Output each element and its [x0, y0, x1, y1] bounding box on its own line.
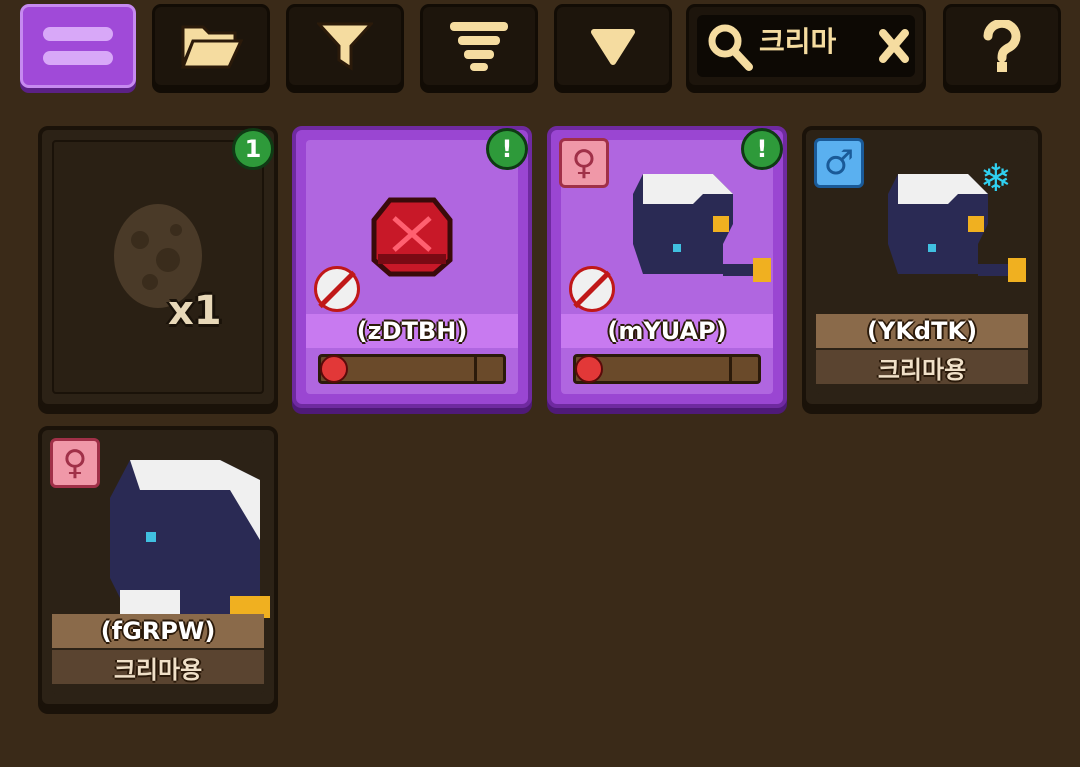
- search-box[interactable]: 크리마: [686, 4, 926, 88]
- question-mark-icon: [982, 20, 1022, 72]
- zdtbh-card[interactable]: ! (zDTBH): [292, 126, 532, 408]
- search-icon: [707, 23, 753, 75]
- count-badge: 1: [232, 128, 274, 170]
- pet-name: (zDTBH): [306, 314, 518, 348]
- sort-button[interactable]: [420, 4, 538, 88]
- triangle-down-icon: [590, 26, 636, 66]
- myuap-card[interactable]: ♀ ! (mYUAP): [547, 126, 787, 408]
- dropdown-button[interactable]: [554, 4, 672, 88]
- pet-name: (mYUAP): [561, 314, 773, 348]
- ykdtk-card[interactable]: ♂ ❄ (YKdTK) 크리마용: [802, 126, 1042, 408]
- search-input[interactable]: 크리마: [759, 20, 863, 60]
- pet-name: (fGRPW): [52, 614, 264, 648]
- alert-badge: !: [486, 128, 528, 170]
- folder-button[interactable]: [152, 4, 270, 88]
- ruby-egg-icon: [370, 194, 454, 282]
- male-gender-icon: ♂: [814, 138, 864, 188]
- female-gender-icon: ♀: [559, 138, 609, 188]
- angry-face-icon: [320, 355, 348, 383]
- female-gender-icon: ♀: [50, 438, 100, 488]
- folder-open-icon: [179, 21, 243, 71]
- pet-name: (YKdTK): [816, 314, 1028, 348]
- snowflake-icon: ❄: [980, 156, 1012, 200]
- menu-button[interactable]: [20, 4, 136, 88]
- sort-lines-icon: [450, 20, 508, 72]
- filter-button[interactable]: [286, 4, 404, 88]
- angry-face-icon: [575, 355, 603, 383]
- close-x-icon[interactable]: [879, 29, 909, 67]
- dragon-sprite: [603, 154, 773, 308]
- hamburger-menu-icon: [43, 23, 113, 69]
- pet-species: 크리마용: [52, 650, 264, 684]
- no-breed-icon: [569, 266, 615, 312]
- toolbar: 크리마: [0, 0, 1080, 100]
- egg-card[interactable]: x1 1: [38, 126, 278, 408]
- alert-badge: !: [741, 128, 783, 170]
- egg-count: x1: [168, 288, 222, 334]
- help-button[interactable]: [943, 4, 1061, 88]
- filter-funnel-icon: [317, 20, 373, 72]
- no-breed-icon: [314, 266, 360, 312]
- fgrpw-card[interactable]: ♀ (fGRPW) 크리마용: [38, 426, 278, 708]
- dragon-sprite: [100, 440, 270, 622]
- pet-species: 크리마용: [816, 350, 1028, 384]
